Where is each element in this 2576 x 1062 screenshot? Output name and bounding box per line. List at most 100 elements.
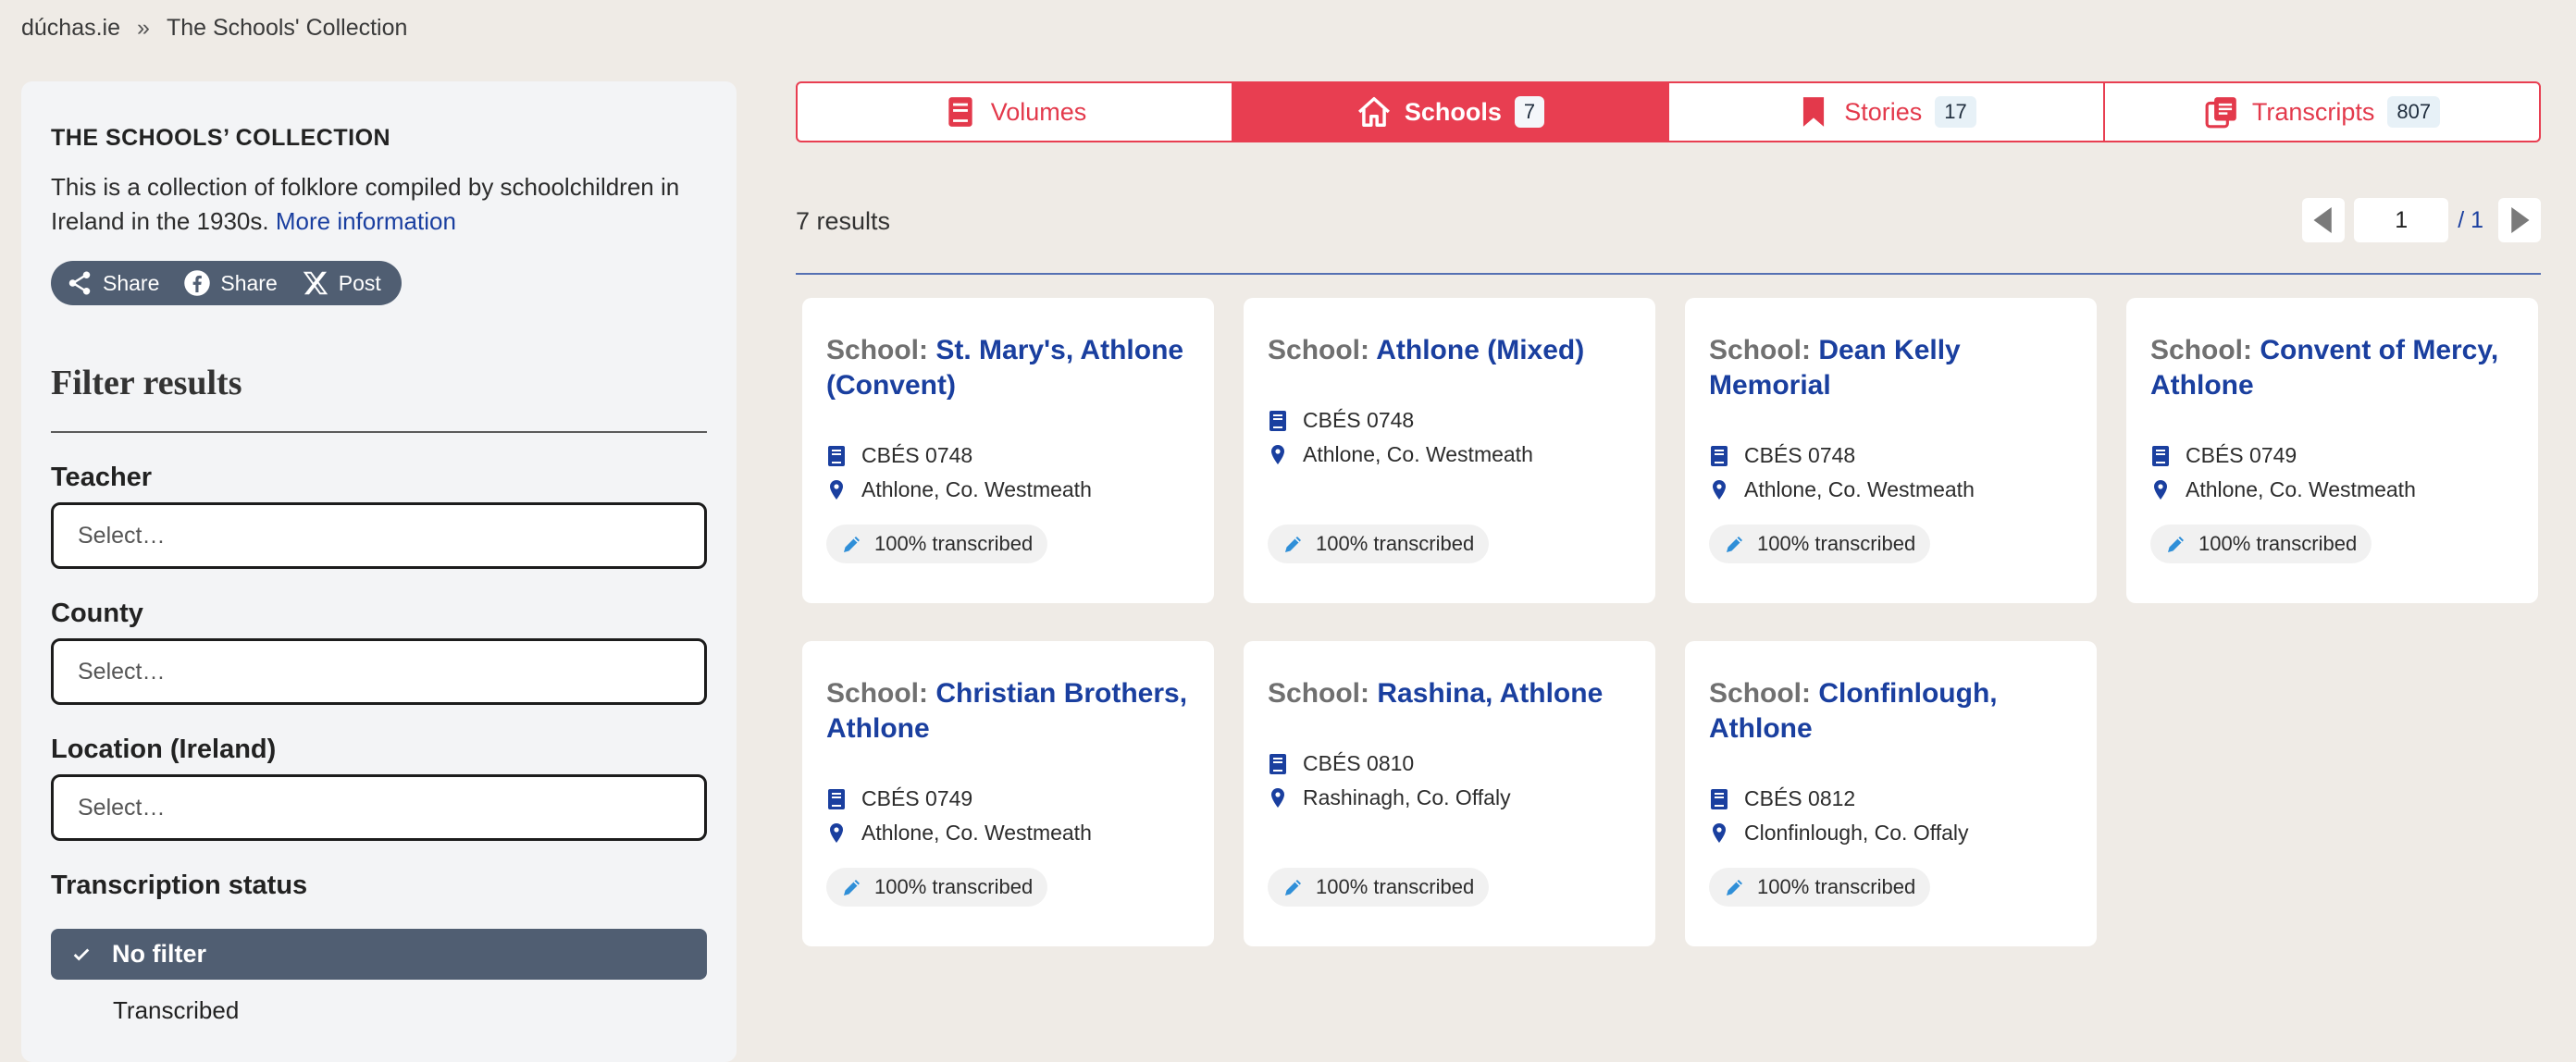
breadcrumb: dúchas.ie » The Schools' Collection	[21, 15, 407, 42]
next-page-button[interactable]	[2498, 198, 2541, 242]
school-meta: CBÉS 0748 Athlone, Co. Westmeath	[1268, 403, 1533, 472]
previous-page-button[interactable]	[2302, 198, 2346, 242]
school-card[interactable]: School: Dean Kelly Memorial CBÉS 0748 Athl…	[1685, 298, 2097, 603]
x-post-button[interactable]: Post	[302, 269, 381, 297]
tab-schools[interactable]: Schools 7	[1233, 83, 1669, 141]
facebook-icon	[184, 270, 211, 296]
county-select[interactable]: Select…	[51, 638, 707, 705]
school-card[interactable]: School: Convent of Mercy, Athlone CBÉS 07…	[2126, 298, 2538, 603]
chevron-right-icon	[2511, 207, 2530, 233]
location-row: Rashinagh, Co. Offaly	[1268, 781, 1511, 815]
volume-book-icon	[828, 788, 845, 809]
volume-book-icon	[828, 445, 845, 466]
transcription-status-badge: 100% transcribed	[1268, 868, 1490, 907]
tab-volumes[interactable]: Volumes	[798, 83, 1233, 141]
breadcrumb-current[interactable]: The Schools' Collection	[167, 15, 407, 42]
location-pin-icon	[1271, 787, 1284, 808]
school-meta: CBÉS 0812 Clonfinlough, Co. Offaly	[1709, 782, 1969, 850]
school-location: Athlone, Co. Westmeath	[2186, 477, 2416, 501]
breadcrumb-home-link[interactable]: dúchas.ie	[21, 15, 120, 42]
school-prefix: School:	[2150, 335, 2252, 365]
x-icon	[303, 271, 328, 295]
tab-transcripts-label: Transcripts	[2251, 97, 2375, 126]
school-prefix: School:	[1268, 678, 1369, 709]
volume-number: CBÉS 0748	[1744, 443, 1856, 467]
volume-book-icon	[1269, 753, 1286, 774]
school-card-title[interactable]: School: Clonfinlough, Athlone	[1709, 676, 2079, 747]
sidebar: THE SCHOOLS’ COLLECTION This is a collec…	[21, 81, 737, 1062]
volume-row: CBÉS 0749	[2150, 438, 2416, 473]
school-card-title[interactable]: School: St. Mary's, Athlone (Convent)	[826, 333, 1196, 403]
location-row: Athlone, Co. Westmeath	[826, 473, 1092, 507]
volume-row: CBÉS 0748	[1709, 438, 1975, 473]
location-pin-icon	[1713, 822, 1726, 843]
school-card-title[interactable]: School: Convent of Mercy, Athlone	[2150, 333, 2520, 403]
school-card-title[interactable]: School: Athlone (Mixed)	[1268, 333, 1638, 368]
more-information-link[interactable]: More information	[276, 207, 456, 235]
school-location: Athlone, Co. Westmeath	[861, 821, 1092, 845]
tab-transcripts-count: 807	[2387, 96, 2441, 128]
results-count: 7 results	[796, 207, 891, 235]
location-row: Clonfinlough, Co. Offaly	[1709, 816, 1969, 850]
transcription-status-badge: 100% transcribed	[826, 525, 1048, 563]
school-card-title[interactable]: School: Dean Kelly Memorial	[1709, 333, 2079, 403]
teacher-select[interactable]: Select…	[51, 502, 707, 569]
location-select[interactable]: Select…	[51, 774, 707, 841]
tab-stories[interactable]: Stories 17	[1669, 83, 2105, 141]
volume-row: CBÉS 0810	[1268, 747, 1511, 781]
transcription-status-text: 100% transcribed	[874, 532, 1034, 555]
status-option-no-filter[interactable]: No filter	[51, 929, 707, 980]
pencil-icon	[1285, 880, 1301, 895]
school-card[interactable]: School: Clonfinlough, Athlone CBÉS 0812 Cl…	[1685, 641, 2097, 946]
tab-schools-label: Schools	[1404, 97, 1502, 126]
tab-transcripts[interactable]: Transcripts 807	[2105, 83, 2539, 141]
volume-row: CBÉS 0748	[826, 438, 1092, 473]
county-label: County	[51, 599, 143, 628]
x-post-label: Post	[338, 270, 381, 295]
facebook-share-button[interactable]: Share	[183, 269, 278, 297]
location-pin-icon	[2154, 479, 2167, 500]
pencil-icon	[2168, 537, 2184, 552]
teacher-label: Teacher	[51, 463, 153, 492]
location-pin-icon	[1713, 479, 1726, 500]
pagination: / 1	[2302, 198, 2541, 242]
school-meta: CBÉS 0748 Athlone, Co. Westmeath	[1709, 438, 1975, 507]
school-card[interactable]: School: Rashina, Athlone CBÉS 0810 Rashina…	[1244, 641, 1655, 946]
volume-book-icon	[1711, 788, 1728, 809]
school-meta: CBÉS 0749 Athlone, Co. Westmeath	[826, 782, 1092, 850]
school-card[interactable]: School: Christian Brothers, Athlone CBÉS …	[802, 641, 1214, 946]
transcription-status-label: Transcription status	[51, 871, 308, 900]
share-button[interactable]: Share	[66, 269, 159, 297]
school-prefix: School:	[826, 678, 928, 709]
volume-book-icon	[2152, 445, 2169, 466]
school-location: Rashinagh, Co. Offaly	[1303, 785, 1511, 809]
transcription-status-text: 100% transcribed	[874, 875, 1034, 898]
school-location: Athlone, Co. Westmeath	[1744, 477, 1975, 501]
school-name: Rashina, Athlone	[1377, 678, 1604, 709]
school-card-title[interactable]: School: Rashina, Athlone	[1268, 676, 1638, 711]
pencil-icon	[1285, 537, 1301, 552]
school-card-title[interactable]: School: Christian Brothers, Athlone	[826, 676, 1196, 747]
tab-stories-count: 17	[1935, 96, 1976, 128]
pencil-icon	[844, 537, 860, 552]
page-number-input[interactable]	[2354, 198, 2449, 242]
volume-book-icon	[1711, 445, 1728, 466]
facebook-share-label: Share	[220, 270, 278, 295]
share-icon	[68, 271, 91, 295]
result-tabs: Volumes Schools 7 Stories 17 Transcripts…	[796, 81, 2541, 142]
school-location: Athlone, Co. Westmeath	[1303, 442, 1533, 466]
volume-book-icon	[1269, 410, 1286, 431]
location-row: Athlone, Co. Westmeath	[1268, 438, 1533, 472]
location-row: Athlone, Co. Westmeath	[1709, 473, 1975, 507]
school-card[interactable]: School: Athlone (Mixed) CBÉS 0748 Athlone,…	[1244, 298, 1655, 603]
status-option-transcribed[interactable]: Transcribed	[51, 996, 707, 1025]
transcription-status-text: 100% transcribed	[1757, 532, 1916, 555]
location-pin-icon	[830, 822, 843, 843]
school-card[interactable]: School: St. Mary's, Athlone (Convent) CBÉ…	[802, 298, 1214, 603]
volume-row: CBÉS 0749	[826, 782, 1092, 816]
volume-number: CBÉS 0749	[2186, 443, 2297, 467]
pencil-icon	[844, 880, 860, 895]
school-meta: CBÉS 0810 Rashinagh, Co. Offaly	[1268, 747, 1511, 815]
volume-number: CBÉS 0810	[1303, 751, 1415, 775]
collection-heading: THE SCHOOLS’ COLLECTION	[51, 125, 391, 151]
